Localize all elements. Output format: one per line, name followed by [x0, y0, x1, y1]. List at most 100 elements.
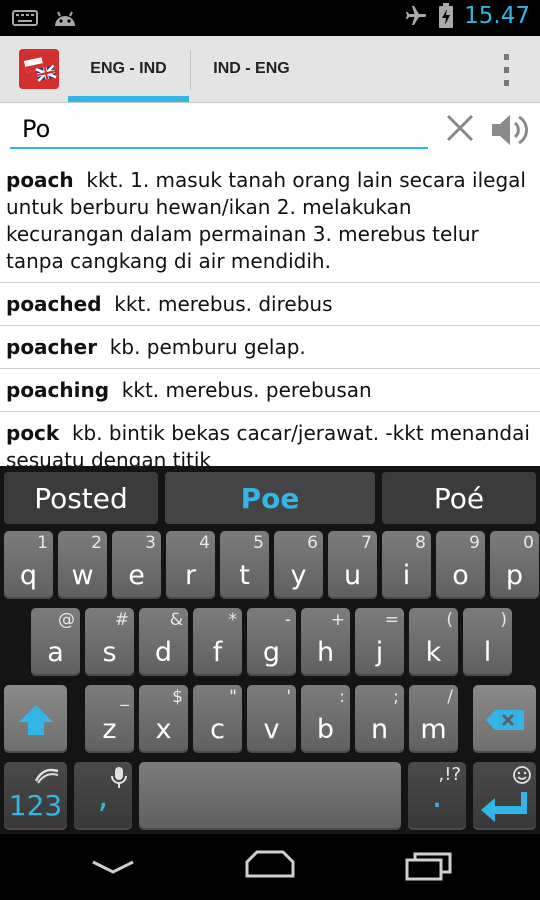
key-z[interactable]: _ z — [85, 685, 134, 753]
volume-icon[interactable] — [490, 112, 528, 148]
key-e[interactable]: 3e — [112, 531, 161, 599]
key-p[interactable]: 0p — [490, 531, 539, 599]
entry-word: poach — [6, 168, 74, 192]
entry-word: poaching — [6, 378, 110, 402]
smiley-icon — [513, 766, 531, 784]
home-icon[interactable] — [243, 848, 297, 880]
key-label: r — [184, 560, 197, 591]
key-secondary-label: 8 — [415, 533, 426, 553]
key-s[interactable]: # s — [85, 608, 134, 676]
key-k[interactable]: (k — [409, 608, 458, 676]
key-r[interactable]: 4r — [166, 531, 215, 599]
key-n[interactable]: ; n — [355, 685, 404, 753]
key-label: d — [154, 637, 173, 668]
key-secondary-label: 9 — [469, 533, 480, 553]
key-label: j — [375, 637, 384, 668]
key-b[interactable]: :b — [301, 685, 350, 753]
close-icon[interactable] — [444, 112, 476, 144]
key-q[interactable]: 1q — [4, 531, 53, 599]
more-vert-icon[interactable] — [502, 54, 510, 86]
key-label: f — [212, 637, 223, 668]
back-icon[interactable] — [90, 856, 136, 878]
battery-charging-icon — [439, 3, 454, 28]
key-h[interactable]: + h — [301, 608, 350, 676]
key-o[interactable]: 9o — [436, 531, 485, 599]
tab-ind-eng-label: IND - ENG — [213, 60, 290, 77]
key-secondary-label: ) — [500, 610, 507, 630]
key-secondary-label: $ — [172, 687, 183, 707]
key-t[interactable]: 5t — [220, 531, 269, 599]
status-bar: 15.47 — [0, 0, 540, 36]
flag-uk-indonesia-icon[interactable] — [19, 49, 59, 89]
key-i[interactable]: 8i — [382, 531, 431, 599]
key-y[interactable]: 6y — [274, 531, 323, 599]
key-a[interactable]: @ a — [31, 608, 80, 676]
enter-icon — [481, 792, 527, 822]
list-item[interactable]: poached kkt. merebus. direbus — [0, 283, 540, 326]
entry-word: poached — [6, 292, 102, 316]
list-item[interactable]: poacher kb. pemburu gelap. — [0, 326, 540, 369]
entry-definition: kb. pemburu gelap. — [109, 335, 306, 359]
shift-icon — [19, 705, 53, 735]
suggestion-left[interactable]: Posted — [4, 472, 158, 524]
key-d[interactable]: & d — [139, 608, 188, 676]
key-secondary-label: _ — [120, 687, 130, 707]
comma-key[interactable]: , — [74, 762, 132, 830]
key-secondary-label: 3 — [145, 533, 156, 553]
key-label: w — [71, 560, 94, 591]
suggestion-right[interactable]: Poé — [382, 472, 536, 524]
search-input[interactable] — [10, 111, 428, 149]
key-secondary-label: = — [384, 610, 399, 630]
entry-word: poacher — [6, 335, 98, 359]
space-key[interactable] — [139, 762, 401, 830]
entry-definition: kkt. merebus. perebusan — [121, 378, 372, 402]
list-item[interactable]: pock kb. bintik bekas cacar/jerawat. -kk… — [0, 412, 540, 467]
list-item[interactable]: poaching kkt. merebus. perebusan — [0, 369, 540, 412]
key-v[interactable]: ' v — [247, 685, 296, 753]
key-secondary-label: @ — [58, 610, 75, 630]
key-l[interactable]: ) l — [463, 608, 512, 676]
tab-ind-eng[interactable]: IND - ENG — [191, 36, 312, 102]
key-label: l — [483, 637, 492, 668]
key-f[interactable]: * f — [193, 608, 242, 676]
key-label: x — [155, 714, 172, 745]
keyboard-icon — [12, 10, 38, 26]
key-secondary-label: : — [339, 687, 345, 707]
key-x[interactable]: $ x — [139, 685, 188, 753]
key-label: h — [316, 637, 335, 668]
suggestion-center[interactable]: Poe — [165, 472, 375, 524]
backspace-icon — [486, 710, 524, 730]
key-u[interactable]: 7u — [328, 531, 377, 599]
key-label: t — [239, 560, 250, 591]
key-label: m — [420, 714, 447, 745]
numbers-key[interactable]: 123 — [4, 762, 67, 830]
key-label: n — [370, 714, 389, 745]
key-m[interactable]: / m — [409, 685, 458, 753]
key-label: p — [505, 560, 524, 591]
tab-eng-ind-label: ENG - IND — [90, 60, 167, 77]
key-secondary-label: 5 — [253, 533, 264, 553]
tab-eng-ind[interactable]: ENG - IND — [68, 36, 189, 102]
entry-definition: kkt. 1. masuk tanah orang lain secara il… — [6, 168, 526, 273]
key-label: b — [316, 714, 335, 745]
key-secondary-label: 7 — [361, 533, 372, 553]
key-secondary-label: ( — [446, 610, 453, 630]
key-j[interactable]: = j — [355, 608, 404, 676]
recent-apps-icon[interactable] — [404, 850, 454, 882]
key-w[interactable]: 2w — [58, 531, 107, 599]
list-item[interactable]: poach kkt. 1. masuk tanah orang lain sec… — [0, 159, 540, 283]
backspace-key[interactable] — [473, 685, 536, 753]
key-label: e — [128, 560, 145, 591]
key-g[interactable]: -g — [247, 608, 296, 676]
key-secondary-label: 0 — [523, 533, 534, 553]
period-key[interactable]: ,!? . — [408, 762, 466, 830]
android-debug-icon — [55, 11, 75, 26]
key-secondary-label: # — [114, 610, 129, 630]
key-label: a — [47, 637, 64, 668]
key-label: v — [263, 714, 280, 745]
action-bar: ENG - IND IND - ENG — [0, 36, 540, 103]
enter-key[interactable] — [473, 762, 536, 830]
airplane-icon — [406, 6, 427, 25]
key-c[interactable]: " c — [193, 685, 242, 753]
shift-key[interactable] — [4, 685, 67, 753]
